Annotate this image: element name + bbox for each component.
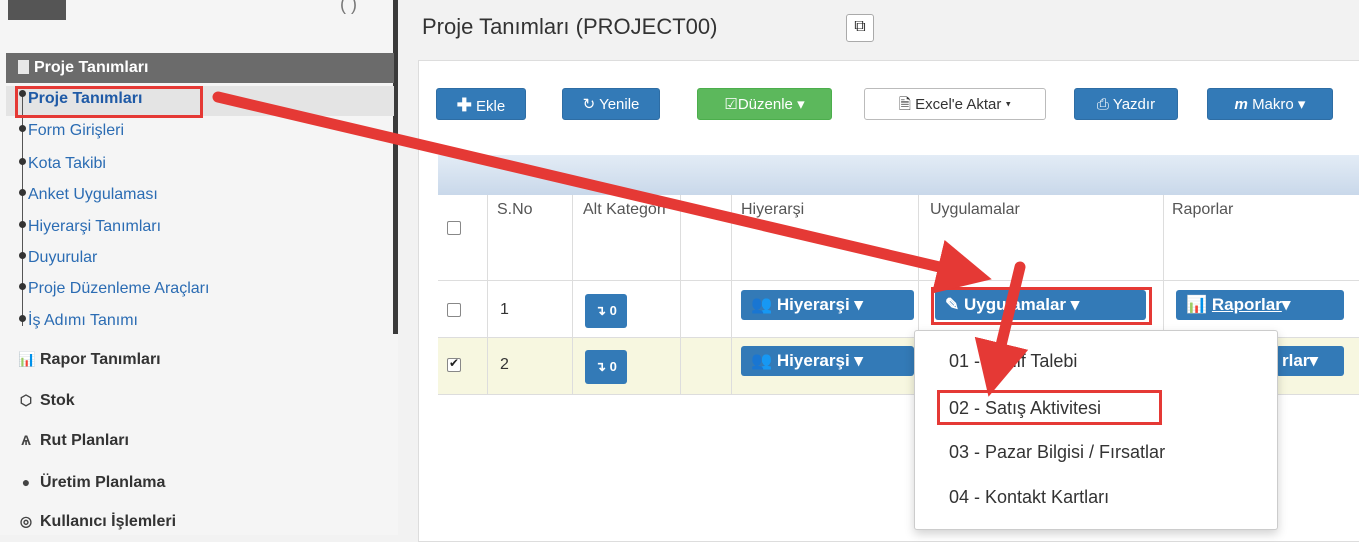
users-icon: 👥 [751,295,773,314]
open-external-button[interactable]: ⧉ [846,14,874,42]
users-icon: 👥 [751,351,773,370]
bar-chart-icon: 📊 [1186,295,1208,314]
collapse-toggle[interactable]: ( ) [340,0,357,15]
dropdown-item-satis-aktivitesi[interactable]: 02 - Satış Aktivitesi [949,398,1101,419]
logo [8,0,66,20]
sidebar-item-stok[interactable]: ⬡ Stok [18,388,75,413]
down-arrow-icon: ↴ [595,359,607,374]
sidebar-item-kota-takibi[interactable]: Kota Takibi [19,153,106,175]
sidebar-item-anket-uygulamasi[interactable]: Anket Uygulaması [19,184,158,206]
caret-down-icon: ▾ [1070,295,1080,314]
dropdown-item-kontakt-kartlari[interactable]: 04 - Kontakt Kartları [949,487,1109,508]
external-link-icon: ⧉ [854,18,866,35]
column-divider [680,195,681,394]
column-header-uygulamalar[interactable]: Uygulamalar [930,200,1020,220]
sidebar-item-proje-duzenleme-araclari[interactable]: Proje Düzenleme Araçları [18,278,209,300]
add-button[interactable]: ✚ Ekle [436,88,526,120]
hierarchy-button[interactable]: 👥 Hiyerarşi ▾ [741,346,914,376]
column-header-alt-kategori[interactable]: Alt Kategori [583,200,673,220]
bar-chart-icon: 📊 [18,351,36,367]
sidebar-item-proje-tanimlari[interactable]: Proje Tanımları [18,88,142,110]
sidebar: ( ) Proje Tanımları Proje Tanımları Form… [0,0,399,535]
sidebar-item-uretim-planlama[interactable]: ● Üretim Planlama [18,470,166,495]
column-header-sno[interactable]: S.No [497,200,533,220]
subcategory-count-button[interactable]: ↴ 0 [585,294,627,328]
grid-group-band [438,155,1359,195]
column-header-raporlar[interactable]: Raporlar [1172,200,1233,220]
caret-down-icon: ▾ [1309,351,1318,370]
caret-down-icon: ▾ [854,295,863,314]
sidebar-item-rapor-tanimlari[interactable]: 📊 Rapor Tanımları [18,347,161,372]
sidebar-item-kullanici-islemleri[interactable]: ◎ Kullanıcı İşlemleri [18,509,176,534]
down-arrow-icon: ↴ [595,303,607,318]
caret-down-icon: ▾ [854,351,863,370]
column-divider [1163,195,1164,331]
sidebar-item-rut-planlari[interactable]: Ѧ Rut Planları [18,428,129,453]
caret-down-icon: ▾ [1297,96,1306,113]
edit-icon: ✎ [945,295,960,314]
column-divider [572,195,573,394]
production-icon: ● [21,474,31,490]
reports-button[interactable]: rlar▾ [1276,346,1344,376]
caret-down-icon: ▾ [797,96,805,113]
excel-export-button[interactable]: 🗎 Excel'e Aktar ▾ [864,88,1046,120]
row-checkbox[interactable] [447,356,461,372]
column-divider [487,195,488,394]
caret-down-icon: ▾ [1005,96,1012,113]
sidebar-item-is-adimi-tanimi[interactable]: İş Adımı Tanımı [19,310,138,332]
caret-down-icon: ▾ [1281,295,1291,314]
sidebar-item-form-girisleri[interactable]: Form Girişleri [19,120,124,142]
edit-button[interactable]: ☑Düzenle ▾ [697,88,832,120]
document-icon [18,60,29,74]
column-header-hiyerarsi[interactable]: Hiyerarşi [741,200,804,220]
select-all-checkbox[interactable] [447,221,461,235]
apps-dropdown-menu: 01 - Teklif Talebi 02 - Satış Aktivitesi… [914,330,1278,530]
column-divider [731,195,732,394]
print-button[interactable]: ⎙ Yazdır [1074,88,1178,120]
row-checkbox[interactable] [447,303,461,317]
plus-icon: ✚ [456,95,472,115]
apps-button[interactable]: ✎ Uygulamalar ▾ [935,290,1146,320]
refresh-button[interactable]: ↻ Yenile [562,88,660,120]
subcategory-count-button[interactable]: ↴ 0 [585,350,627,384]
box-icon: ⬡ [19,392,33,408]
macro-button[interactable]: m Makro ▾ [1207,88,1333,120]
sidebar-item-duyurular[interactable]: Duyurular [18,247,97,269]
user-icon: ◎ [19,513,33,529]
refresh-icon: ↻ [582,96,596,113]
excel-icon: 🗎 [898,96,911,113]
sidebar-item-hiyerarsi-tanimlari[interactable]: Hiyerarşi Tanımları [18,216,161,238]
dropdown-item-pazar-bilgisi[interactable]: 03 - Pazar Bilgisi / Fırsatlar [949,442,1165,463]
route-icon: Ѧ [21,432,31,448]
dropdown-item-teklif-talebi[interactable]: 01 - Teklif Talebi [949,351,1077,372]
print-icon: ⎙ [1096,96,1109,113]
page-title: Proje Tanımları (PROJECT00) [422,14,718,39]
edit-icon: ☑ [724,96,738,113]
column-divider [918,195,919,331]
sidebar-section-proje-tanimlari[interactable]: Proje Tanımları [6,53,394,83]
reports-button[interactable]: 📊 Raporlar▾ [1176,290,1344,320]
hierarchy-button[interactable]: 👥 Hiyerarşi ▾ [741,290,914,320]
row-sno: 2 [500,356,509,373]
macro-icon: m [1234,96,1248,113]
row-sno: 1 [500,301,509,318]
